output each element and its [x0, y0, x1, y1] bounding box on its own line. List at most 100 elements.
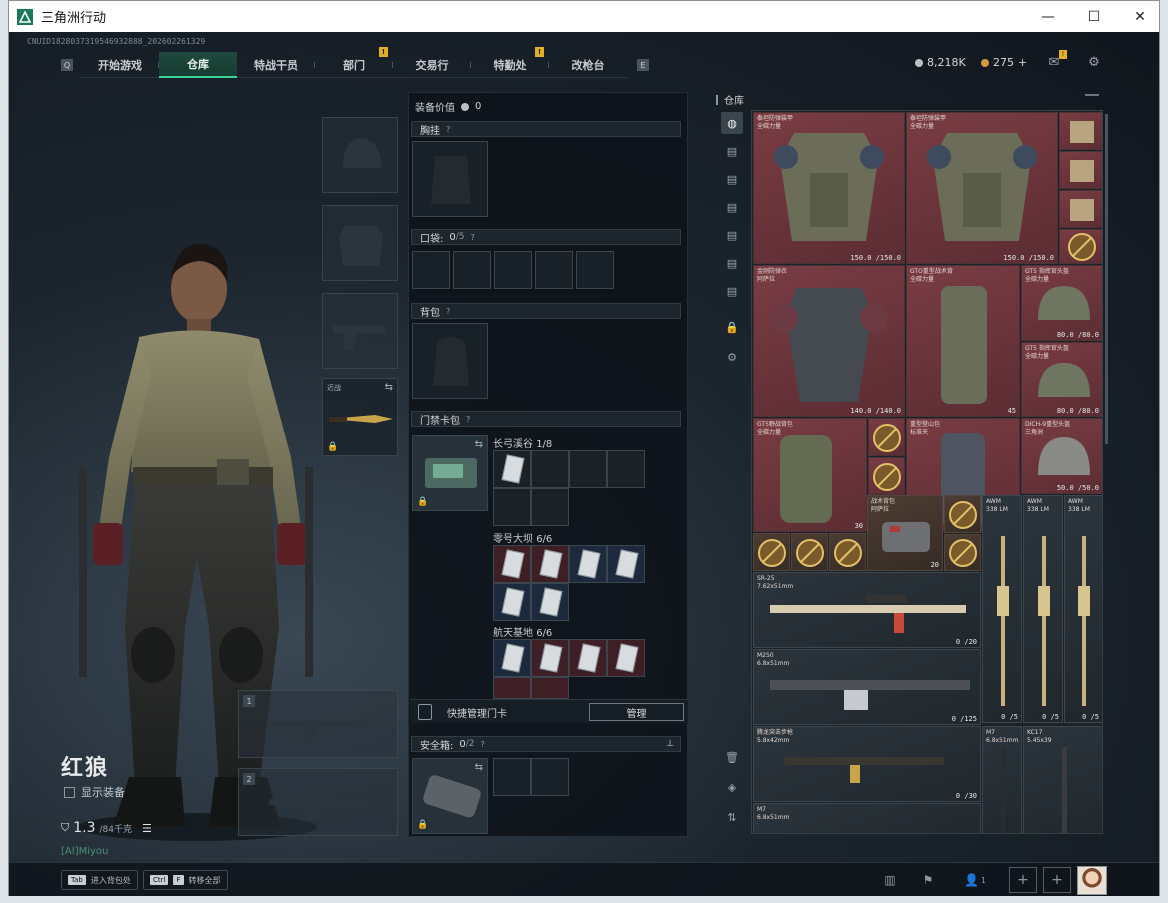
keycard-slot[interactable] — [493, 677, 531, 699]
warehouse-item[interactable] — [1059, 112, 1102, 150]
hint-enter-backpack[interactable]: Tab 进入背包处 — [61, 870, 138, 890]
help-icon[interactable]: ? — [471, 233, 475, 242]
settings-gear-icon[interactable]: ⚙ — [1085, 54, 1103, 70]
keycard-slot[interactable] — [531, 545, 569, 583]
nav-prev-key[interactable]: Q — [61, 59, 73, 71]
help-icon[interactable]: ? — [446, 125, 450, 134]
minimize-button[interactable]: — — [1025, 1, 1071, 32]
warehouse-item[interactable]: GT5 指挥官头盔 全碳力量 80.0 /80.0 — [1021, 342, 1102, 417]
currency-premium[interactable]: 275 + — [981, 56, 1027, 69]
warehouse-item[interactable] — [1059, 151, 1102, 189]
swap-icon[interactable]: ⇆ — [475, 762, 483, 773]
keycard-slot[interactable] — [569, 545, 607, 583]
stats-chart-icon[interactable]: ▥ — [877, 867, 903, 893]
warehouse-item[interactable]: GT5野战背包 全碳力量 30 — [753, 418, 867, 532]
warehouse-item[interactable] — [868, 418, 905, 456]
show-equipment-toggle[interactable]: 显示装备 — [64, 784, 125, 800]
category-icon[interactable]: ▤ — [721, 140, 743, 162]
primary-weapon-slot-1[interactable]: 1 — [238, 690, 398, 758]
tab-warehouse[interactable]: 仓库 — [159, 52, 237, 78]
keycard-slot[interactable] — [531, 639, 569, 677]
keycard-slot[interactable] — [607, 545, 645, 583]
nav-next-key[interactable]: E — [637, 59, 649, 71]
warehouse-item[interactable]: 泰坦防弹装甲 全碳力量 150.0 /150.0 — [906, 112, 1058, 264]
warehouse-item[interactable] — [944, 495, 981, 533]
tab-trading[interactable]: 交易行 — [393, 52, 471, 78]
maximize-button[interactable]: ☐ — [1071, 1, 1117, 32]
manage-button[interactable]: 管理 — [589, 703, 684, 721]
layers-icon[interactable]: ◈ — [721, 776, 743, 798]
tab-start-game[interactable]: 开始游戏 — [81, 52, 159, 78]
warehouse-item[interactable] — [868, 457, 905, 495]
warehouse-item[interactable]: SR-25 7.62x51mm 0 /20 — [753, 572, 981, 648]
warehouse-item[interactable] — [1059, 229, 1102, 264]
warehouse-item[interactable]: 战术背包 阿萨拉 20 — [867, 495, 943, 571]
keycard-slot[interactable] — [569, 639, 607, 677]
warehouse-item[interactable]: DICH-9重型头盔 三角洲 50.0 /50.0 — [1021, 418, 1102, 494]
safebox-slot[interactable] — [493, 758, 531, 796]
category-icon[interactable]: ▤ — [721, 280, 743, 302]
currency-havoc-coins[interactable]: 8,218K — [915, 56, 966, 69]
keycard-slot[interactable] — [493, 583, 531, 621]
swap-icon[interactable]: ⇆ — [475, 439, 483, 450]
category-icon[interactable]: ▤ — [721, 168, 743, 190]
warehouse-item[interactable] — [1059, 190, 1102, 228]
flag-icon[interactable]: ⚑ — [915, 867, 941, 893]
invite-slot-button[interactable]: + — [1009, 867, 1037, 893]
warehouse-item[interactable]: KC17 5.45x39 — [1023, 726, 1102, 833]
helmet-slot[interactable] — [322, 117, 398, 193]
tab-operators[interactable]: 特战干员 — [237, 52, 315, 78]
keycard-slot[interactable] — [493, 545, 531, 583]
checkbox[interactable] — [64, 786, 75, 798]
warehouse-item[interactable]: M7 6.8x51mm — [753, 803, 981, 833]
add-currency-button[interactable]: + — [1018, 56, 1027, 69]
tab-special-ops[interactable]: 特勤处! — [471, 47, 549, 78]
sidearm-slot[interactable] — [322, 293, 398, 369]
chest-rig-slot[interactable] — [412, 141, 488, 217]
hint-transfer-all[interactable]: Ctrl F 转移全部 — [143, 870, 228, 890]
backpack-slot[interactable] — [412, 323, 488, 399]
pocket-slot[interactable] — [412, 251, 450, 289]
warehouse-item[interactable]: GT5 指挥官头盔 全碳力量 80.0 /80.0 — [1021, 265, 1102, 341]
help-icon[interactable]: ? — [466, 415, 470, 424]
trash-icon[interactable]: 🗑 — [721, 746, 743, 768]
keycard-slot[interactable] — [569, 450, 607, 488]
warehouse-menu-indicator[interactable] — [1085, 94, 1099, 96]
warehouse-item[interactable]: AWM 338 LM 0 /5 — [1023, 495, 1063, 723]
tab-gunsmith[interactable]: 改枪台 — [549, 52, 627, 78]
all-items-icon[interactable]: ◍ — [721, 112, 743, 134]
invite-slot-button[interactable]: + — [1043, 867, 1071, 893]
pin-icon[interactable]: ⊥ — [666, 739, 674, 749]
category-icon[interactable]: ▤ — [721, 224, 743, 246]
safebox-slot[interactable] — [531, 758, 569, 796]
category-icon[interactable]: ▤ — [721, 196, 743, 218]
sort-icon[interactable]: ⇅ — [721, 806, 743, 828]
list-icon[interactable]: ☰ — [142, 822, 152, 835]
warehouse-item[interactable]: M7 6.8x51mm — [982, 726, 1022, 833]
warehouse-scrollbar[interactable] — [1105, 114, 1108, 444]
keycard-slot[interactable] — [531, 677, 569, 699]
armor-slot[interactable] — [322, 205, 398, 281]
mail-icon[interactable]: ✉! — [1045, 50, 1067, 70]
keycard-slot[interactable] — [531, 450, 569, 488]
safebox-slot[interactable]: ⇆ 🔒 — [412, 758, 488, 834]
pocket-slot[interactable] — [576, 251, 614, 289]
party-icon[interactable]: 👤 1 — [957, 867, 993, 893]
keycard-slot[interactable] — [531, 583, 569, 621]
warehouse-item[interactable]: GTO重型战术背 全碳力量 45 — [906, 265, 1020, 417]
keycard-slot[interactable] — [531, 488, 569, 526]
warehouse-item[interactable] — [944, 534, 981, 571]
player-avatar[interactable] — [1077, 866, 1107, 895]
warehouse-item[interactable]: 腾龙突击步枪 5.8x42mm 0 /30 — [753, 726, 981, 802]
close-button[interactable]: ✕ — [1117, 1, 1163, 32]
keycard-bag-slot[interactable]: ⇆ 🔒 — [412, 435, 488, 511]
keycard-slot[interactable] — [607, 639, 645, 677]
keycard-slot[interactable] — [493, 639, 531, 677]
warehouse-item[interactable] — [829, 533, 866, 571]
melee-slot[interactable]: 近战 ⇆ 🔒 — [322, 378, 398, 456]
swap-icon[interactable]: ⇆ — [385, 382, 393, 393]
category-icon[interactable]: ▤ — [721, 252, 743, 274]
pocket-slot[interactable] — [535, 251, 573, 289]
help-icon[interactable]: ? — [481, 740, 485, 749]
primary-weapon-slot-2[interactable]: 2 — [238, 768, 398, 836]
